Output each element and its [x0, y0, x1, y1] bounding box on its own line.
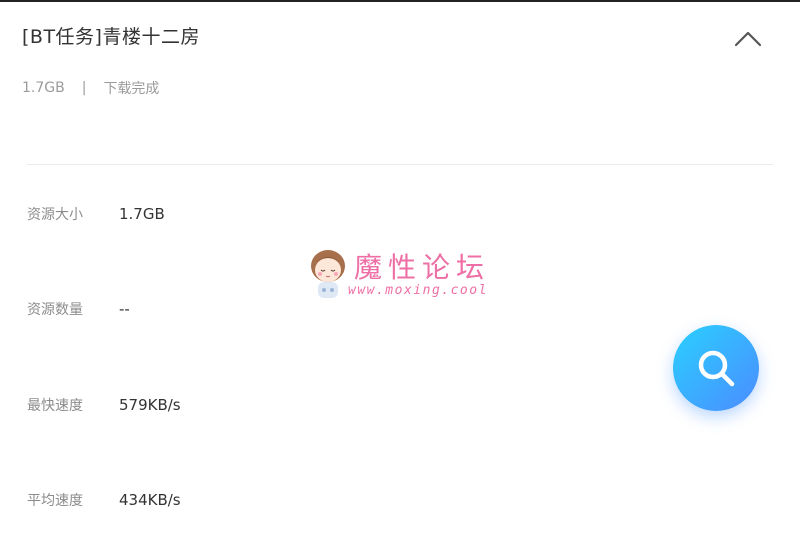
detail-label: 资源数量	[27, 302, 83, 318]
task-title: [BT任务]青楼十二房	[22, 26, 200, 48]
detail-value: 579KB/s	[119, 396, 181, 414]
detail-value: 1.7GB	[119, 205, 165, 223]
detail-value: 434KB/s	[119, 491, 181, 509]
watermark: 魔性论坛 www.moxing.cool	[308, 246, 498, 306]
watermark-url: www.moxing.cool	[348, 283, 488, 298]
watermark-title: 魔性论坛	[354, 251, 491, 284]
meta-separator: |	[81, 80, 87, 96]
detail-label: 平均速度	[27, 493, 83, 509]
mascot-icon	[311, 250, 345, 298]
task-meta: 1.7GB | 下载完成	[22, 78, 159, 98]
task-size: 1.7GB	[22, 80, 65, 96]
divider	[27, 164, 773, 165]
detail-label: 最快速度	[27, 398, 83, 414]
detail-value: --	[119, 300, 130, 318]
chevron-up-icon	[734, 31, 762, 47]
detail-label: 资源大小	[27, 207, 83, 223]
task-detail-page: [BT任务]青楼十二房 1.7GB | 下载完成 资源大小 1.7GB 资源数量…	[0, 0, 800, 545]
search-fab[interactable]	[673, 325, 759, 411]
search-icon	[698, 350, 735, 387]
detail-row-size: 资源大小 1.7GB	[27, 204, 165, 224]
top-border	[0, 0, 800, 2]
detail-row-max-speed: 最快速度 579KB/s	[27, 395, 181, 415]
task-status: 下载完成	[103, 81, 160, 97]
detail-row-avg-speed: 平均速度 434KB/s	[27, 490, 181, 510]
collapse-button[interactable]	[728, 22, 768, 56]
detail-row-count: 资源数量 --	[27, 299, 130, 319]
